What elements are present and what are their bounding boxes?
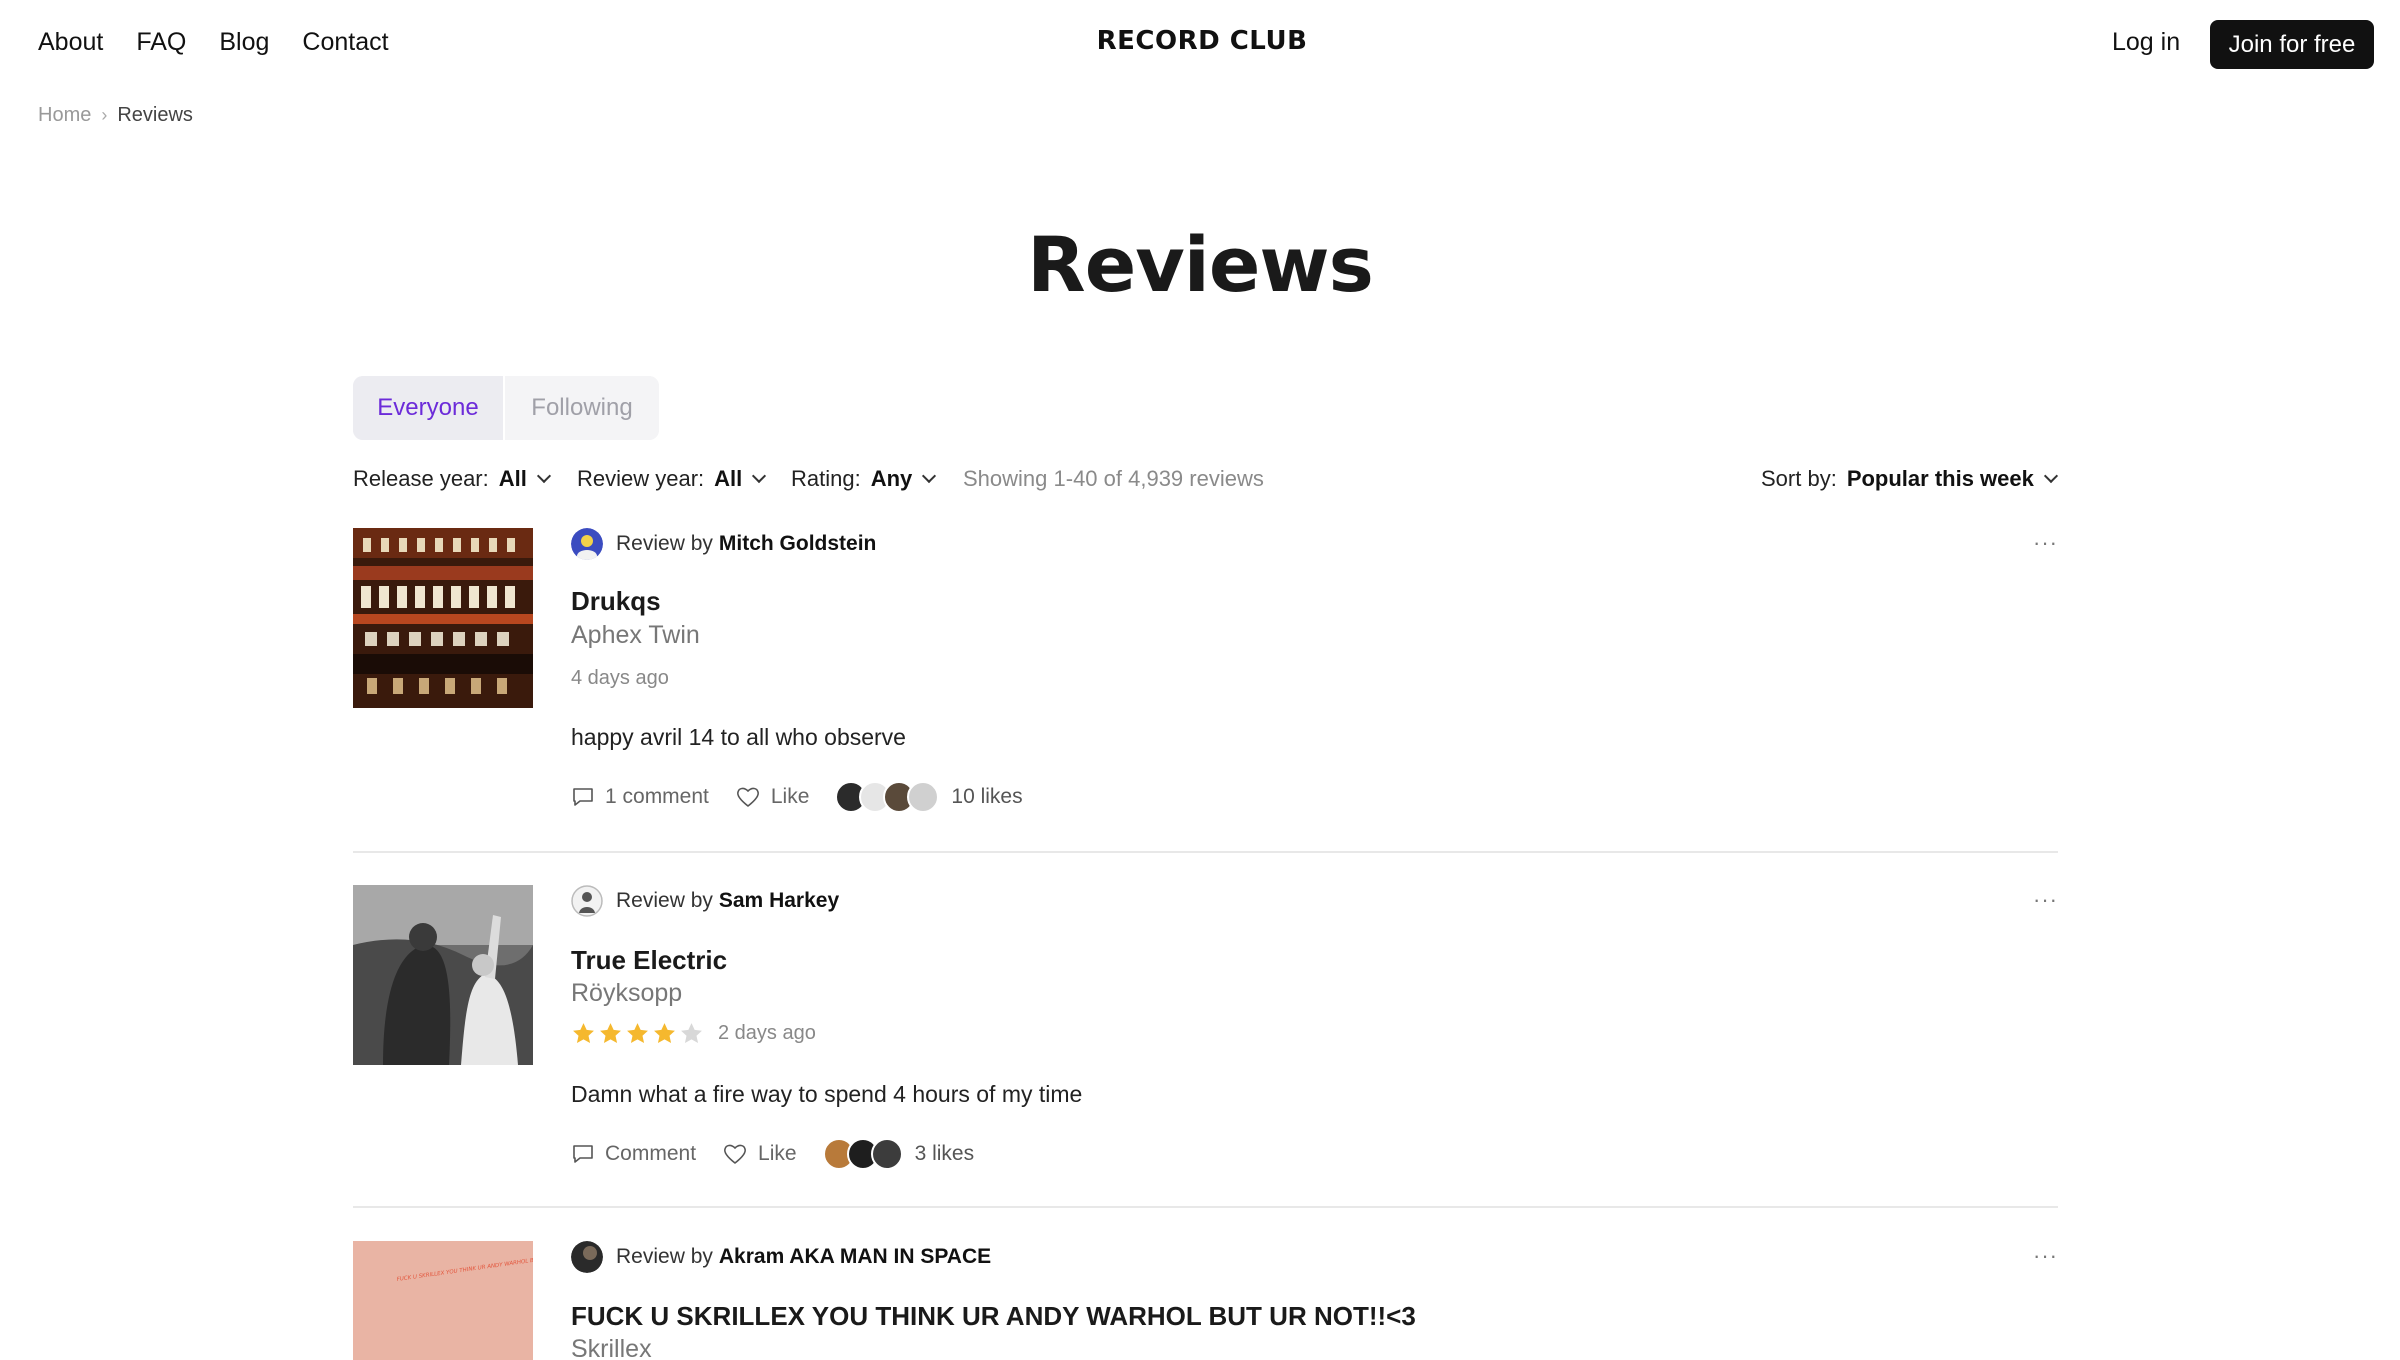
comment-label: Comment	[605, 1142, 697, 1165]
comment-button[interactable]: Comment	[571, 1142, 696, 1166]
review-card: FUCK U SKRILLEX YOU THINK UR ANDY WARHOL…	[353, 1241, 2058, 1360]
likes-count[interactable]: 10 likes	[951, 785, 1022, 809]
nav-faq-link[interactable]: FAQ	[136, 28, 186, 57]
like-label: Like	[770, 785, 810, 808]
review-by-label: Review by	[616, 889, 713, 912]
like-label: Like	[758, 1142, 797, 1165]
album-title[interactable]: FUCK U SKRILLEX YOU THINK UR ANDY WARHOL…	[571, 1301, 1416, 1332]
chevron-right-icon: ›	[101, 105, 108, 125]
reviewer-name[interactable]: Akram AKA MAN IN SPACE	[719, 1245, 991, 1269]
release-year-filter[interactable]: Release year: All	[353, 466, 551, 492]
breadcrumb-current: Reviews	[117, 104, 193, 126]
more-horizontal-icon[interactable]: ···	[2033, 1243, 2058, 1269]
reviewer-name[interactable]: Sam Harkey	[719, 889, 839, 913]
artist-name[interactable]: Röyksopp	[571, 979, 682, 1008]
avatar[interactable]	[571, 1241, 603, 1273]
divider	[353, 1206, 2058, 1208]
more-horizontal-icon[interactable]: ···	[2033, 530, 2058, 556]
rating-filter[interactable]: Rating: Any	[791, 466, 937, 492]
reviewer-name[interactable]: Mitch Goldstein	[719, 532, 877, 556]
star-empty-icon	[681, 1023, 702, 1043]
comment-button[interactable]: 1 comment	[571, 785, 709, 809]
review-year-filter[interactable]: Review year: All	[577, 466, 767, 492]
review-year-label: Review year:	[577, 466, 705, 491]
avatar	[907, 781, 940, 813]
join-button[interactable]: Join for free	[2210, 20, 2374, 69]
site-logo[interactable]: RECORD CLUB	[1087, 26, 1317, 56]
rating-label: Rating:	[791, 466, 861, 491]
star-icon	[627, 1023, 648, 1043]
page-title: Reviews	[1027, 220, 1374, 309]
review-byline: Review by Sam Harkey	[571, 885, 839, 917]
nav-blog-link[interactable]: Blog	[219, 28, 269, 57]
review-text: Damn what a fire way to spend 4 hours of…	[571, 1081, 1083, 1107]
avatar[interactable]	[571, 885, 603, 917]
heart-icon	[724, 1144, 747, 1164]
more-horizontal-icon[interactable]: ···	[2033, 887, 2058, 913]
chevron-down-icon	[536, 468, 551, 484]
sort-dropdown[interactable]: Sort by: Popular this week	[1761, 466, 2058, 492]
star-icon	[600, 1023, 621, 1043]
artist-name[interactable]: Aphex Twin	[571, 621, 700, 650]
review-byline: Review by Akram AKA MAN IN SPACE	[571, 1241, 991, 1273]
review-date-text: 4 days ago	[571, 667, 669, 689]
comment-count: 1 comment	[605, 785, 709, 808]
avatar[interactable]	[571, 528, 603, 560]
like-button[interactable]: Like	[722, 1142, 797, 1166]
review-card: Review by Sam Harkey ··· True Electric R…	[353, 885, 2058, 1208]
artist-name[interactable]: Skrillex	[571, 1335, 652, 1360]
top-nav: About FAQ Blog Contact RECORD CLUB Log i…	[0, 0, 2400, 90]
heart-icon	[736, 787, 759, 807]
review-actions: 1 comment Like 10 likes	[571, 781, 1023, 813]
review-date-text: 2 days ago	[718, 1022, 816, 1044]
album-title[interactable]: Drukqs	[571, 586, 661, 617]
divider	[353, 851, 2058, 853]
review-byline: Review by Mitch Goldstein	[571, 528, 876, 560]
sort-label: Sort by:	[1761, 466, 1837, 491]
review-actions: Comment Like 3 likes	[571, 1138, 974, 1170]
breadcrumb: Home › Reviews	[38, 104, 193, 127]
sort-value: Popular this week	[1846, 466, 2034, 491]
rating-stars	[571, 1021, 704, 1046]
liker-avatars[interactable]	[835, 781, 940, 813]
like-button[interactable]: Like	[735, 785, 810, 809]
review-date: 4 days ago	[571, 667, 669, 690]
release-year-value: All	[498, 466, 527, 491]
breadcrumb-home-link[interactable]: Home	[38, 104, 91, 127]
comment-icon	[573, 1145, 593, 1163]
audience-tabs: Everyone Following	[353, 376, 659, 440]
tab-everyone[interactable]: Everyone	[353, 376, 503, 440]
review-meta: 2 days ago	[571, 1021, 816, 1046]
star-icon	[573, 1023, 594, 1043]
review-card: Review by Mitch Goldstein ··· Drukqs Aph…	[353, 528, 2058, 853]
review-text: happy avril 14 to all who observe	[571, 724, 906, 750]
filter-bar: Release year: All Review year: All Ratin…	[353, 466, 2058, 500]
results-count: Showing 1-40 of 4,939 reviews	[963, 466, 1264, 491]
nav-contact-link[interactable]: Contact	[302, 28, 388, 57]
nav-about-link[interactable]: About	[38, 28, 103, 57]
release-year-label: Release year:	[353, 466, 489, 491]
chevron-down-icon	[752, 468, 767, 484]
review-by-label: Review by	[616, 532, 713, 555]
comment-icon	[573, 788, 593, 806]
review-by-label: Review by	[616, 1245, 713, 1268]
review-year-value: All	[714, 466, 743, 491]
avatar	[870, 1138, 903, 1170]
liker-avatars[interactable]	[822, 1138, 903, 1170]
album-cover[interactable]	[353, 885, 533, 1065]
star-icon	[654, 1023, 675, 1043]
chevron-down-icon	[922, 468, 937, 484]
primary-nav: About FAQ Blog Contact	[38, 28, 389, 57]
chevron-down-icon	[2043, 468, 2058, 484]
rating-value: Any	[870, 466, 913, 491]
tab-following[interactable]: Following	[503, 376, 659, 440]
login-link[interactable]: Log in	[2112, 28, 2180, 57]
album-cover[interactable]: FUCK U SKRILLEX YOU THINK UR ANDY WARHOL…	[353, 1241, 533, 1360]
likes-count[interactable]: 3 likes	[915, 1142, 975, 1166]
album-title[interactable]: True Electric	[571, 945, 727, 976]
album-cover[interactable]	[353, 528, 533, 708]
